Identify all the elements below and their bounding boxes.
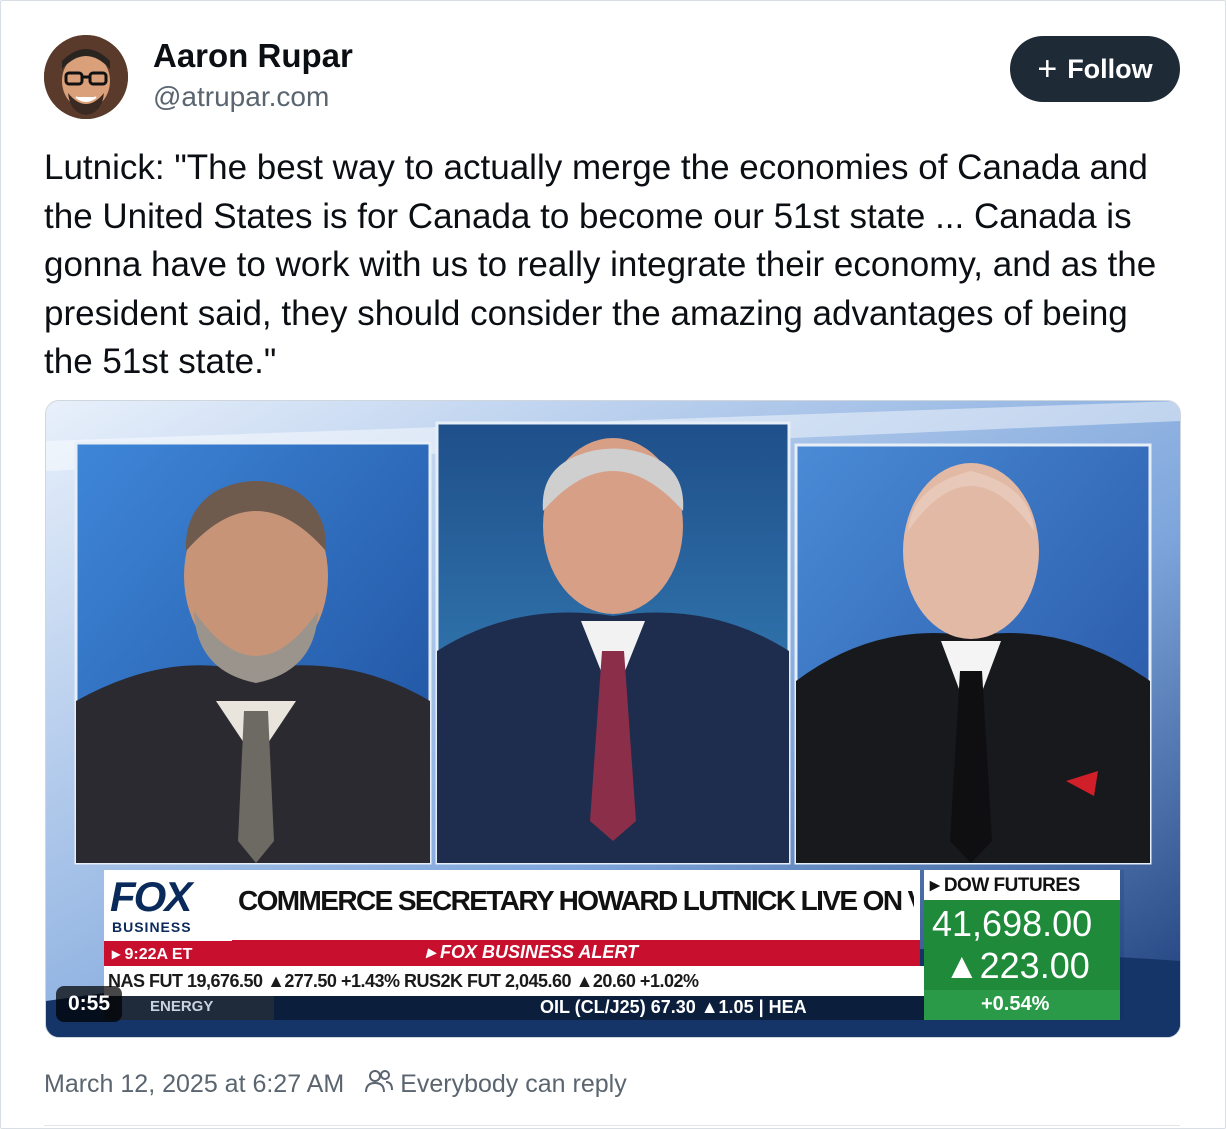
people-icon	[364, 1068, 394, 1101]
dow-futures-change: ▲223.00	[944, 945, 1090, 986]
dow-futures-label: ▸ DOW FUTURES	[930, 875, 1080, 896]
ticker-row-2-label: ENERGY	[150, 998, 214, 1015]
chyron-logo-sub: BUSINESS	[112, 919, 192, 935]
post-text: Lutnick: "The best way to actually merge…	[44, 148, 1157, 381]
post-timestamp[interactable]: March 12, 2025 at 6:27 AM	[44, 1070, 344, 1099]
post-card: Aaron Rupar @atrupar.com + Follow Lutnic…	[0, 0, 1226, 1129]
left-guest-panel	[74, 441, 432, 865]
dow-futures-pct: +0.54%	[981, 993, 1050, 1015]
ticker-row-1: NAS FUT 19,676.50 ▲277.50 +1.43% RUS2K F…	[108, 971, 699, 991]
author-handle[interactable]: @atrupar.com	[153, 81, 329, 113]
plus-icon: +	[1037, 50, 1058, 88]
post-footer: March 12, 2025 at 6:27 AM Everybody can …	[44, 1068, 627, 1101]
avatar[interactable]	[44, 35, 128, 119]
right-guest-panel	[794, 443, 1152, 865]
chyron-time: ▸ 9:22A ET	[112, 946, 193, 963]
chyron-logo: FOX	[110, 873, 192, 920]
author-display-name[interactable]: Aaron Rupar	[153, 37, 353, 75]
avatar-image	[44, 35, 128, 119]
center-host-panel	[435, 421, 791, 865]
divider	[44, 1125, 1180, 1126]
follow-button-label: Follow	[1067, 53, 1153, 84]
video-duration-badge: 0:55	[56, 986, 123, 1022]
ticker-row-2: OIL (CL/J25) 67.30 ▲1.05 | HEA	[540, 997, 807, 1017]
video-player[interactable]: FOX BUSINESS ▸ 9:22A ET COMMERCE SECRETA…	[45, 400, 1181, 1038]
reply-setting[interactable]: Everybody can reply	[400, 1070, 627, 1099]
follow-button[interactable]: + Follow	[1010, 36, 1180, 102]
dow-futures-value: 41,698.00	[932, 903, 1093, 944]
chyron-alert: ▸ FOX BUSINESS ALERT	[426, 942, 639, 962]
chyron-headline: COMMERCE SECRETARY HOWARD LUTNICK LIVE O…	[238, 885, 914, 916]
